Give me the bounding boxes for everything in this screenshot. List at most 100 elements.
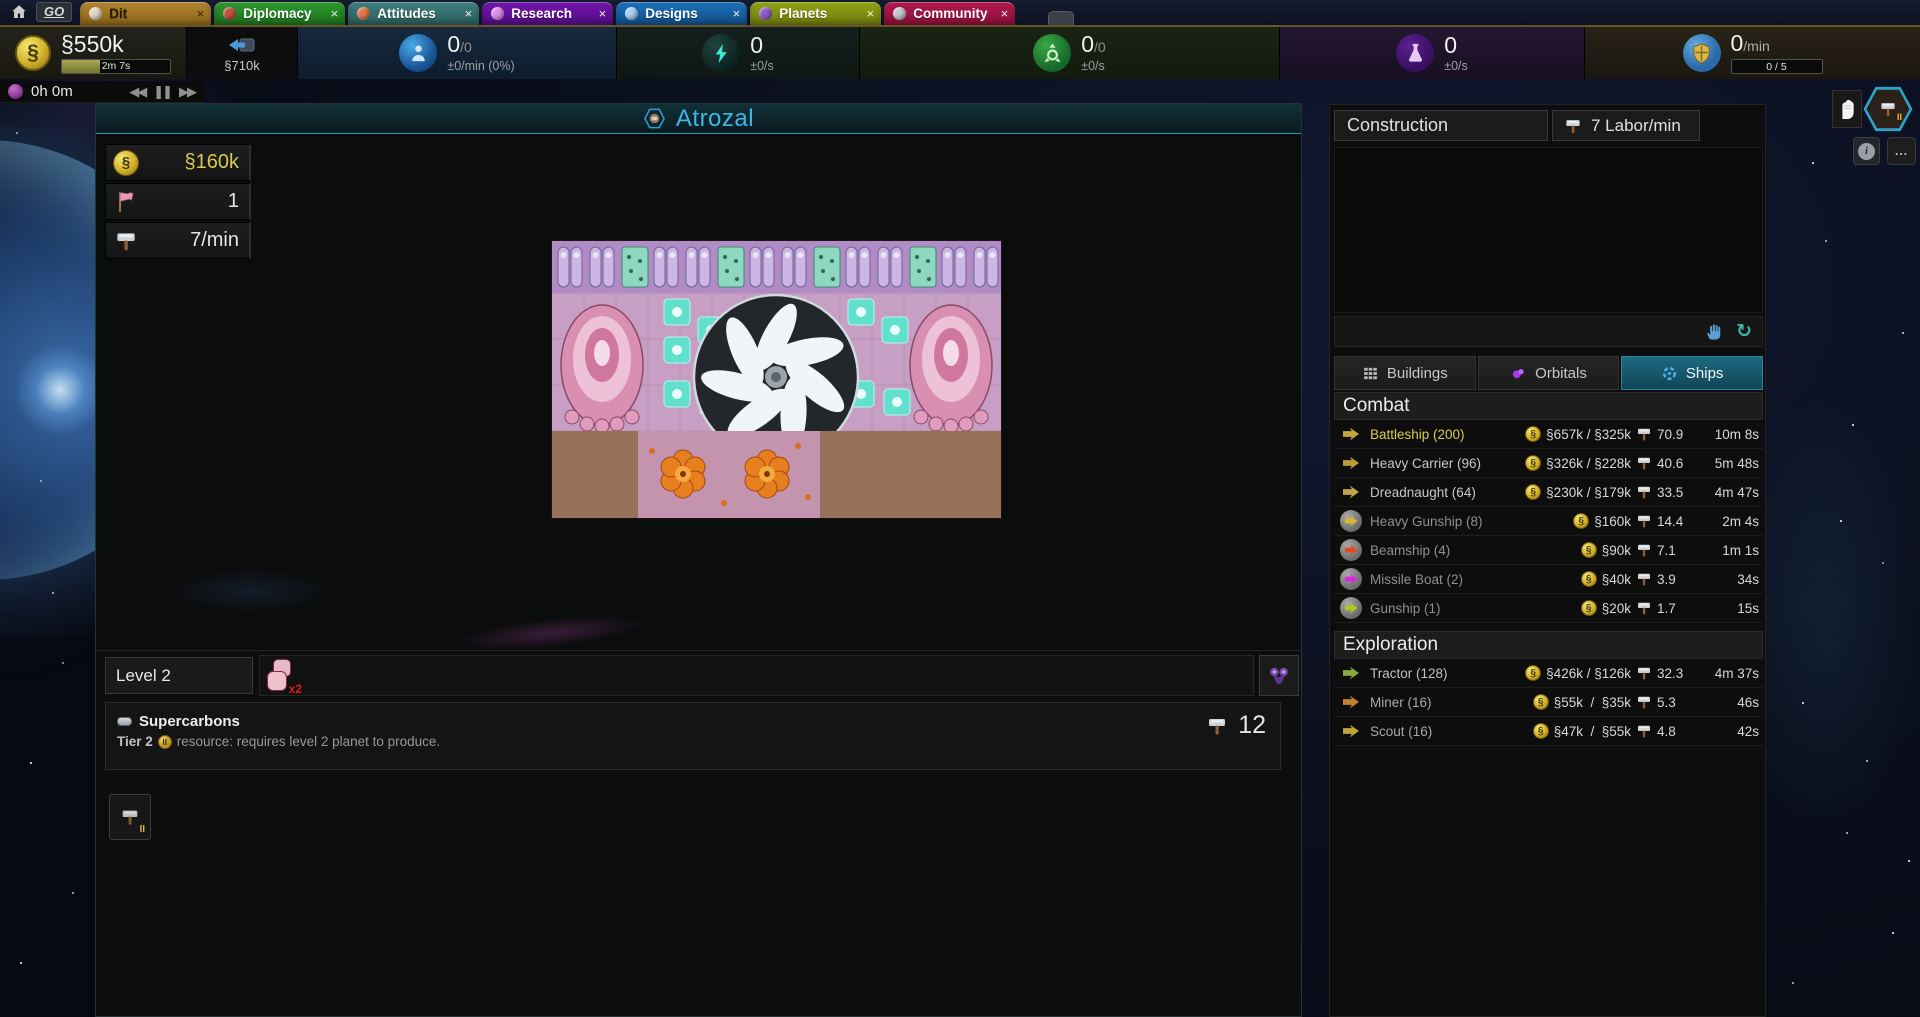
population-cap: /0 <box>460 39 472 55</box>
ship-row-beamship-4[interactable]: Beamship (4)§§90k7.11m 1s <box>1334 536 1763 565</box>
dit-icon <box>89 7 102 20</box>
close-icon[interactable]: × <box>331 6 339 21</box>
planet-detail-area: Level 2 x2 Supercarbons Tier 2 <box>96 650 1301 1016</box>
money-icon: § <box>1525 665 1541 681</box>
designs-icon <box>625 7 638 20</box>
tab-dit[interactable]: Dit× <box>80 2 211 25</box>
new-tab-stub[interactable] <box>1048 11 1074 25</box>
ftl-cap: /0 <box>1094 39 1106 55</box>
info-icon: i <box>1858 143 1875 160</box>
queue-action-strip: ↻ <box>1334 316 1763 347</box>
ship-cost: §§326k / §228k <box>1493 455 1631 471</box>
home-button[interactable] <box>6 2 32 22</box>
ship-name: Tractor (128) <box>1370 666 1493 681</box>
ship-build-time: 4m 47s <box>1701 485 1759 500</box>
energy-value: 0 <box>750 34 774 57</box>
info-button[interactable]: i <box>1853 137 1880 165</box>
tab-ships[interactable]: Ships <box>1621 356 1763 390</box>
ship-labor-cost: 3.9 <box>1657 572 1701 587</box>
build-button-badge: II <box>139 824 145 835</box>
elapsed-time: 0h 0m <box>31 83 121 100</box>
ship-labor-cost: 5.3 <box>1657 695 1701 710</box>
close-icon[interactable]: × <box>465 6 473 21</box>
close-icon[interactable]: × <box>733 6 741 21</box>
supercarbons-resource-icon[interactable]: x2 <box>265 658 299 694</box>
ship-row-dreadnaught-64[interactable]: Dreadnaught (64)§§230k / §179k33.54m 47s <box>1334 478 1763 507</box>
forward-icon[interactable]: ▶▶ <box>179 84 195 100</box>
tab-buildings[interactable]: Buildings <box>1334 356 1476 390</box>
ship-icon <box>1340 720 1362 742</box>
construction-queue[interactable] <box>1334 147 1763 313</box>
attitudes-icon <box>357 7 370 20</box>
labor-hammer-icon <box>1563 116 1583 136</box>
planet-flag-stat[interactable]: 1 <box>105 183 251 220</box>
ship-labor-cost: 7.1 <box>1657 543 1701 558</box>
construction-mode-button[interactable]: II <box>1863 86 1913 132</box>
budget-cycle-icon <box>227 35 257 57</box>
defense-unit: /min <box>1743 38 1769 54</box>
planet-labor-stat[interactable]: 7/min <box>105 222 251 259</box>
labor-hammer-icon <box>113 228 139 254</box>
repeat-queue-icon[interactable]: ↻ <box>1736 322 1752 341</box>
ship-build-time: 34s <box>1701 572 1759 587</box>
money-resource[interactable]: § §550k 2m 7s <box>0 27 187 79</box>
ship-row-gunship-1[interactable]: Gunship (1)§§20k1.715s <box>1334 594 1763 623</box>
tab-research[interactable]: Research× <box>482 2 613 25</box>
pause-icon[interactable]: ❚❚ <box>153 84 171 100</box>
go-button[interactable]: GO <box>36 2 72 22</box>
population-resource[interactable]: 0/0 ±0/min (0%) <box>298 27 617 79</box>
planets-icon <box>759 7 772 20</box>
research-resource[interactable]: 0 ±0/s <box>1280 27 1585 79</box>
hammer-icon <box>1635 454 1653 472</box>
ship-build-time: 15s <box>1701 601 1759 616</box>
budget-cycle-timer: 2m 7s <box>62 60 170 73</box>
tier-badge-icon: II <box>158 735 172 749</box>
home-icon <box>10 3 28 21</box>
hammer-icon <box>1635 512 1653 530</box>
resource-info-card: Supercarbons Tier 2 II resource: require… <box>105 702 1281 770</box>
ship-row-tractor-128[interactable]: Tractor (128)§§426k / §126k32.34m 37s <box>1334 659 1763 688</box>
close-icon[interactable]: × <box>197 6 205 21</box>
tab-diplomacy[interactable]: Diplomacy × <box>214 2 345 25</box>
ship-row-battleship-200[interactable]: Battleship (200)§§657k / §325k70.910m 8s <box>1334 420 1763 449</box>
drag-hand-icon[interactable] <box>1704 322 1724 342</box>
tab-designs[interactable]: Designs× <box>616 2 747 25</box>
ship-row-miner-16[interactable]: Miner (16)§§55k / §35k5.346s <box>1334 688 1763 717</box>
ship-row-heavy-carrier-96[interactable]: Heavy Carrier (96)§§326k / §228k40.65m 4… <box>1334 449 1763 478</box>
close-icon[interactable]: × <box>867 6 875 21</box>
ftl-resource[interactable]: 0/0 ±0/s <box>860 27 1280 79</box>
tab-planets[interactable]: Planets× <box>750 2 881 25</box>
rewind-icon[interactable]: ◀◀ <box>129 84 145 100</box>
ship-name: Heavy Gunship (8) <box>1370 514 1493 529</box>
planet-money-stat[interactable]: § §160k <box>105 144 251 181</box>
close-icon[interactable]: × <box>599 6 607 21</box>
ship-cost: §§47k / §55k <box>1493 723 1631 739</box>
population-rate: ±0/min (0%) <box>447 60 514 73</box>
tab-label: Community <box>913 6 993 21</box>
ship-row-heavy-gunship-8[interactable]: Heavy Gunship (8)§§160k14.42m 4s <box>1334 507 1763 536</box>
build-tier2-button[interactable]: II <box>109 794 151 840</box>
money-icon: § <box>1525 426 1541 442</box>
more-options-button[interactable]: ... <box>1887 137 1916 165</box>
ship-icon <box>1340 662 1362 684</box>
labor-hammer-icon <box>1631 483 1657 501</box>
ship-cost: §§90k <box>1493 542 1631 558</box>
next-budget-resource[interactable]: §710k <box>187 27 298 79</box>
energy-resource[interactable]: 0 ±0/s <box>617 27 860 79</box>
ship-labor-cost: 33.5 <box>1657 485 1701 500</box>
tab-attitudes[interactable]: Attitudes× <box>348 2 479 25</box>
tab-community[interactable]: Community × <box>884 2 1015 25</box>
population-species-button[interactable] <box>1259 655 1299 696</box>
tab-label: Diplomacy <box>243 6 323 21</box>
hammer-icon <box>1635 483 1653 501</box>
labor-hammer-icon <box>1631 664 1657 682</box>
labor-hammer-icon <box>1631 512 1657 530</box>
defense-mode-button[interactable] <box>1832 90 1862 128</box>
planet-surface-image[interactable] <box>552 241 1001 518</box>
ship-row-missile-boat-2[interactable]: Missile Boat (2)§§40k3.934s <box>1334 565 1763 594</box>
ship-labor-cost: 32.3 <box>1657 666 1701 681</box>
defense-resource[interactable]: 0/min 0 / 5 <box>1585 27 1920 79</box>
close-icon[interactable]: × <box>1001 6 1009 21</box>
tab-orbitals[interactable]: Orbitals <box>1478 356 1620 390</box>
ship-row-scout-16[interactable]: Scout (16)§§47k / §55k4.842s <box>1334 717 1763 746</box>
